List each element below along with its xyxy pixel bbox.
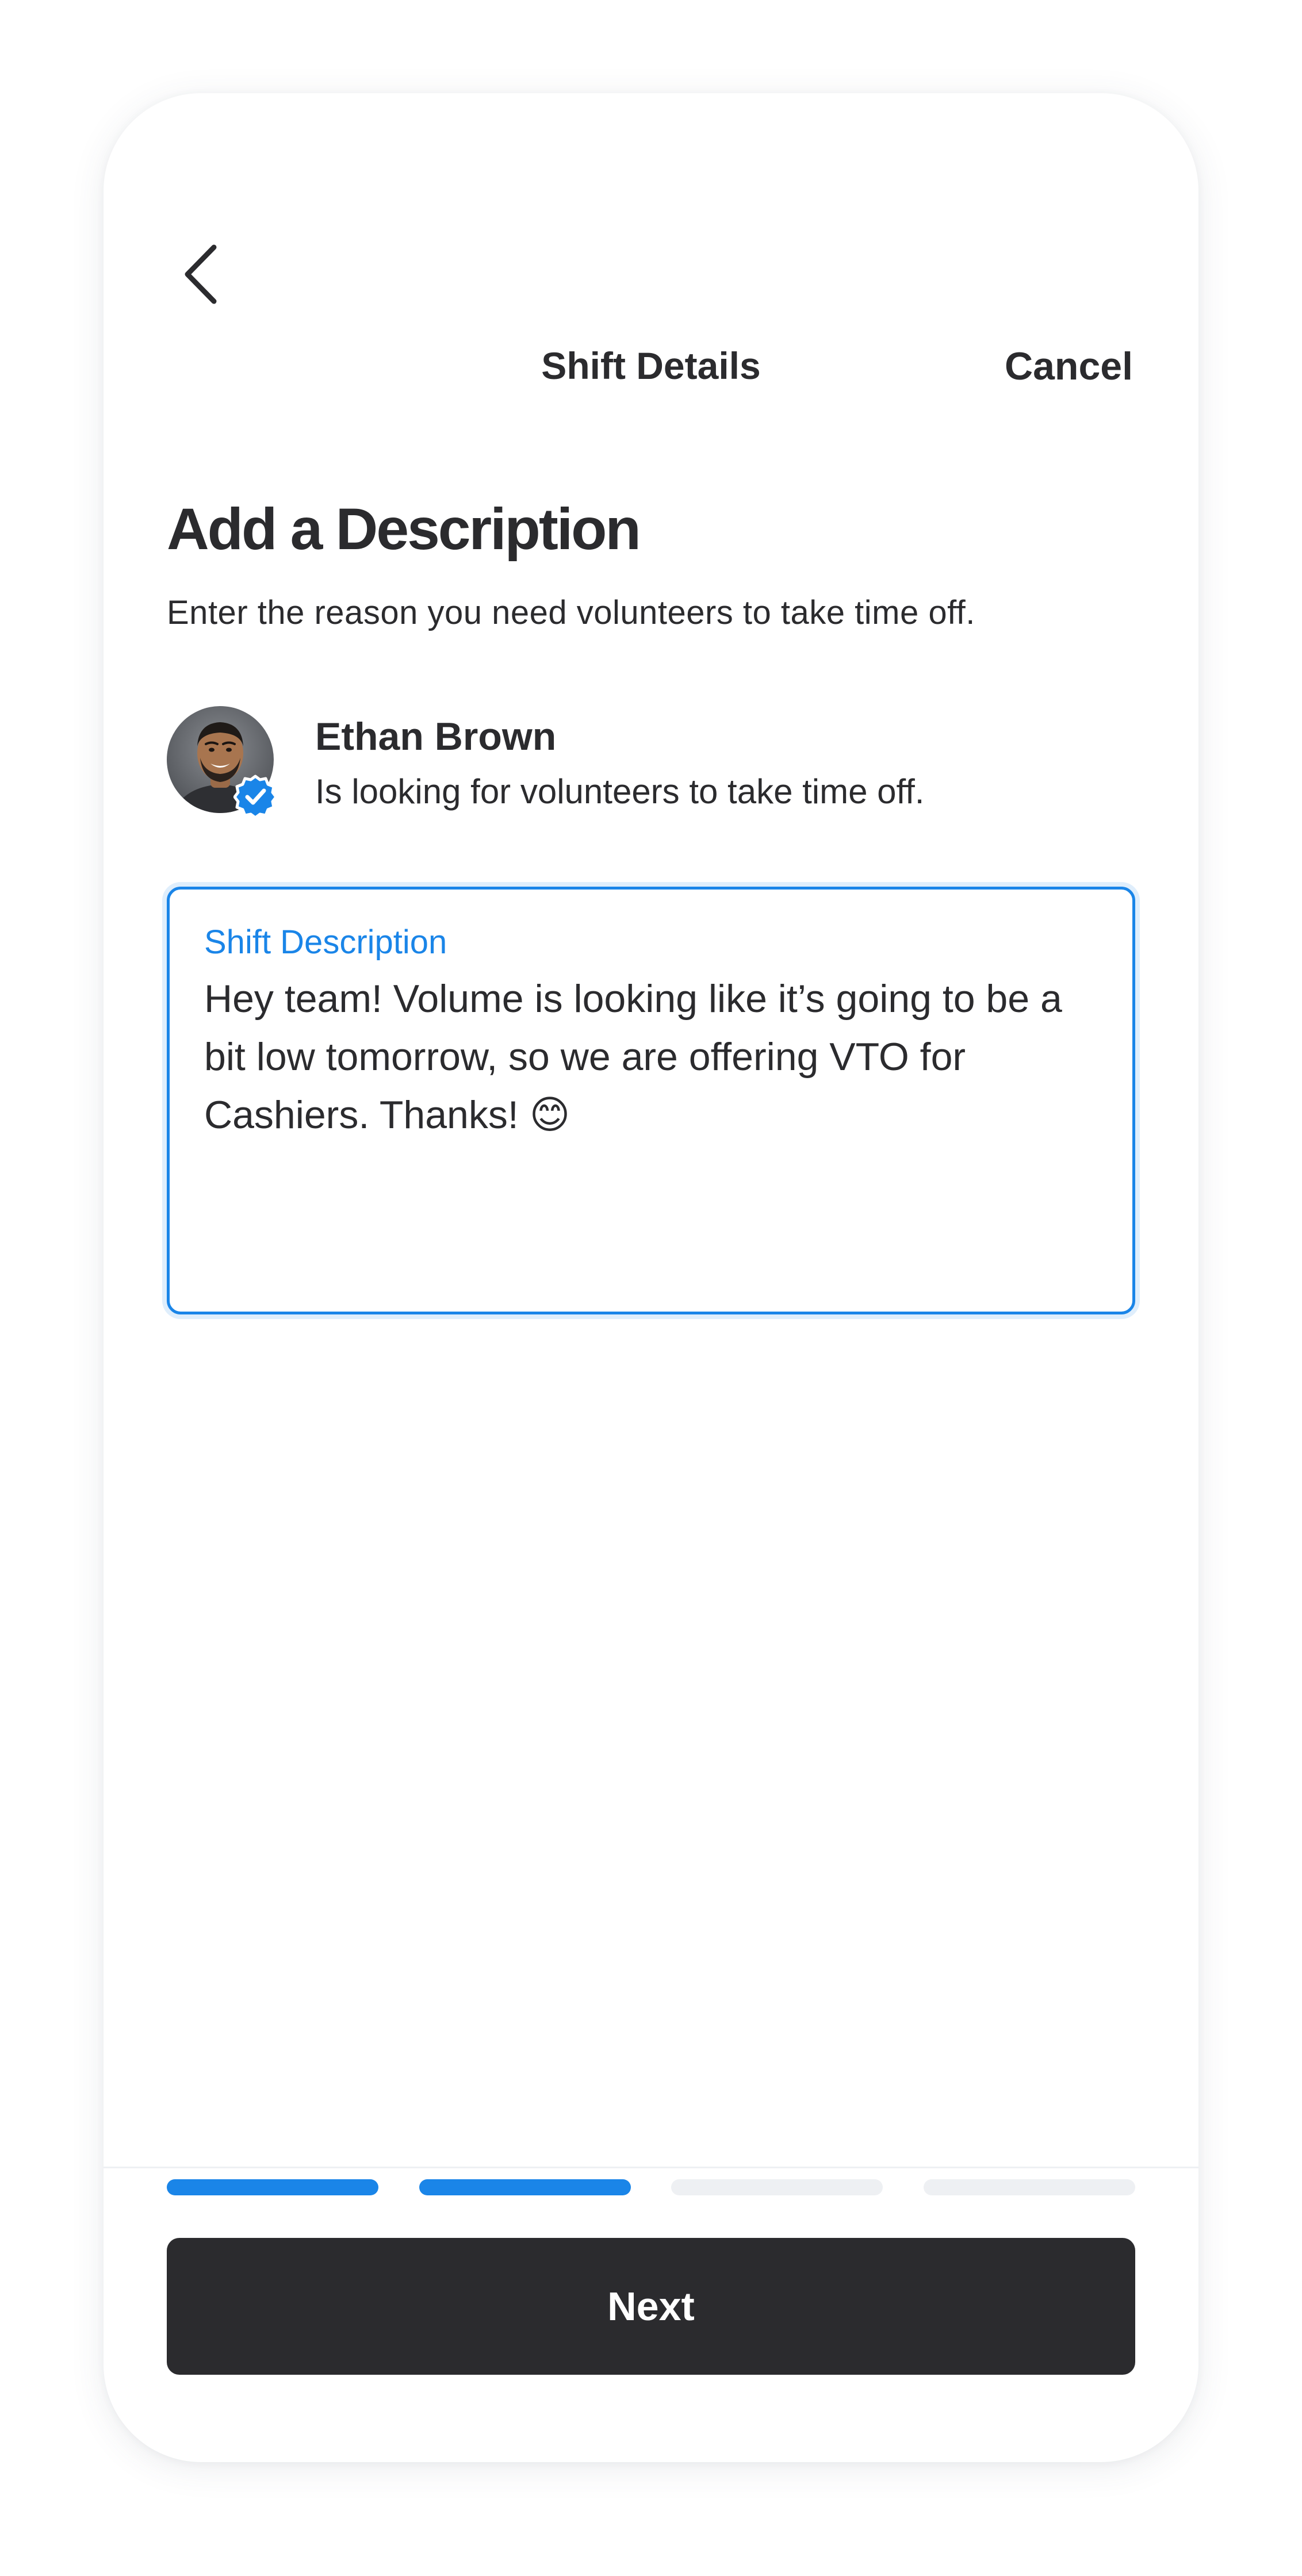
cancel-button[interactable]: Cancel [1005, 344, 1133, 389]
progress-step-2 [419, 2179, 631, 2195]
verified-badge-icon [233, 775, 277, 818]
back-button[interactable] [167, 231, 236, 317]
shift-description-input[interactable]: Hey team! Volume is looking like it’s go… [204, 970, 1113, 1144]
shift-description-field[interactable]: Shift Description Hey team! Volume is lo… [167, 887, 1135, 1314]
chevron-left-icon [185, 244, 217, 304]
requester-name: Ethan Brown [315, 715, 557, 758]
progress-step-3 [671, 2179, 883, 2195]
requester-status: Is looking for volunteers to take time o… [315, 772, 925, 811]
shift-description-label: Shift Description [204, 923, 447, 961]
footer-divider [104, 2167, 1198, 2168]
step-progress [167, 2179, 1135, 2195]
next-button[interactable]: Next [167, 2238, 1135, 2375]
progress-step-4 [924, 2179, 1135, 2195]
avatar [167, 706, 277, 818]
requester-row: Ethan Brown Is looking for volunteers to… [167, 703, 1144, 818]
app-screen: Shift Details Cancel Add a Description E… [104, 93, 1198, 2462]
progress-step-1 [167, 2179, 378, 2195]
page-title: Add a Description [167, 496, 641, 562]
nav-header: Shift Details Cancel [104, 93, 1198, 438]
page-subtitle: Enter the reason you need volunteers to … [167, 594, 975, 631]
